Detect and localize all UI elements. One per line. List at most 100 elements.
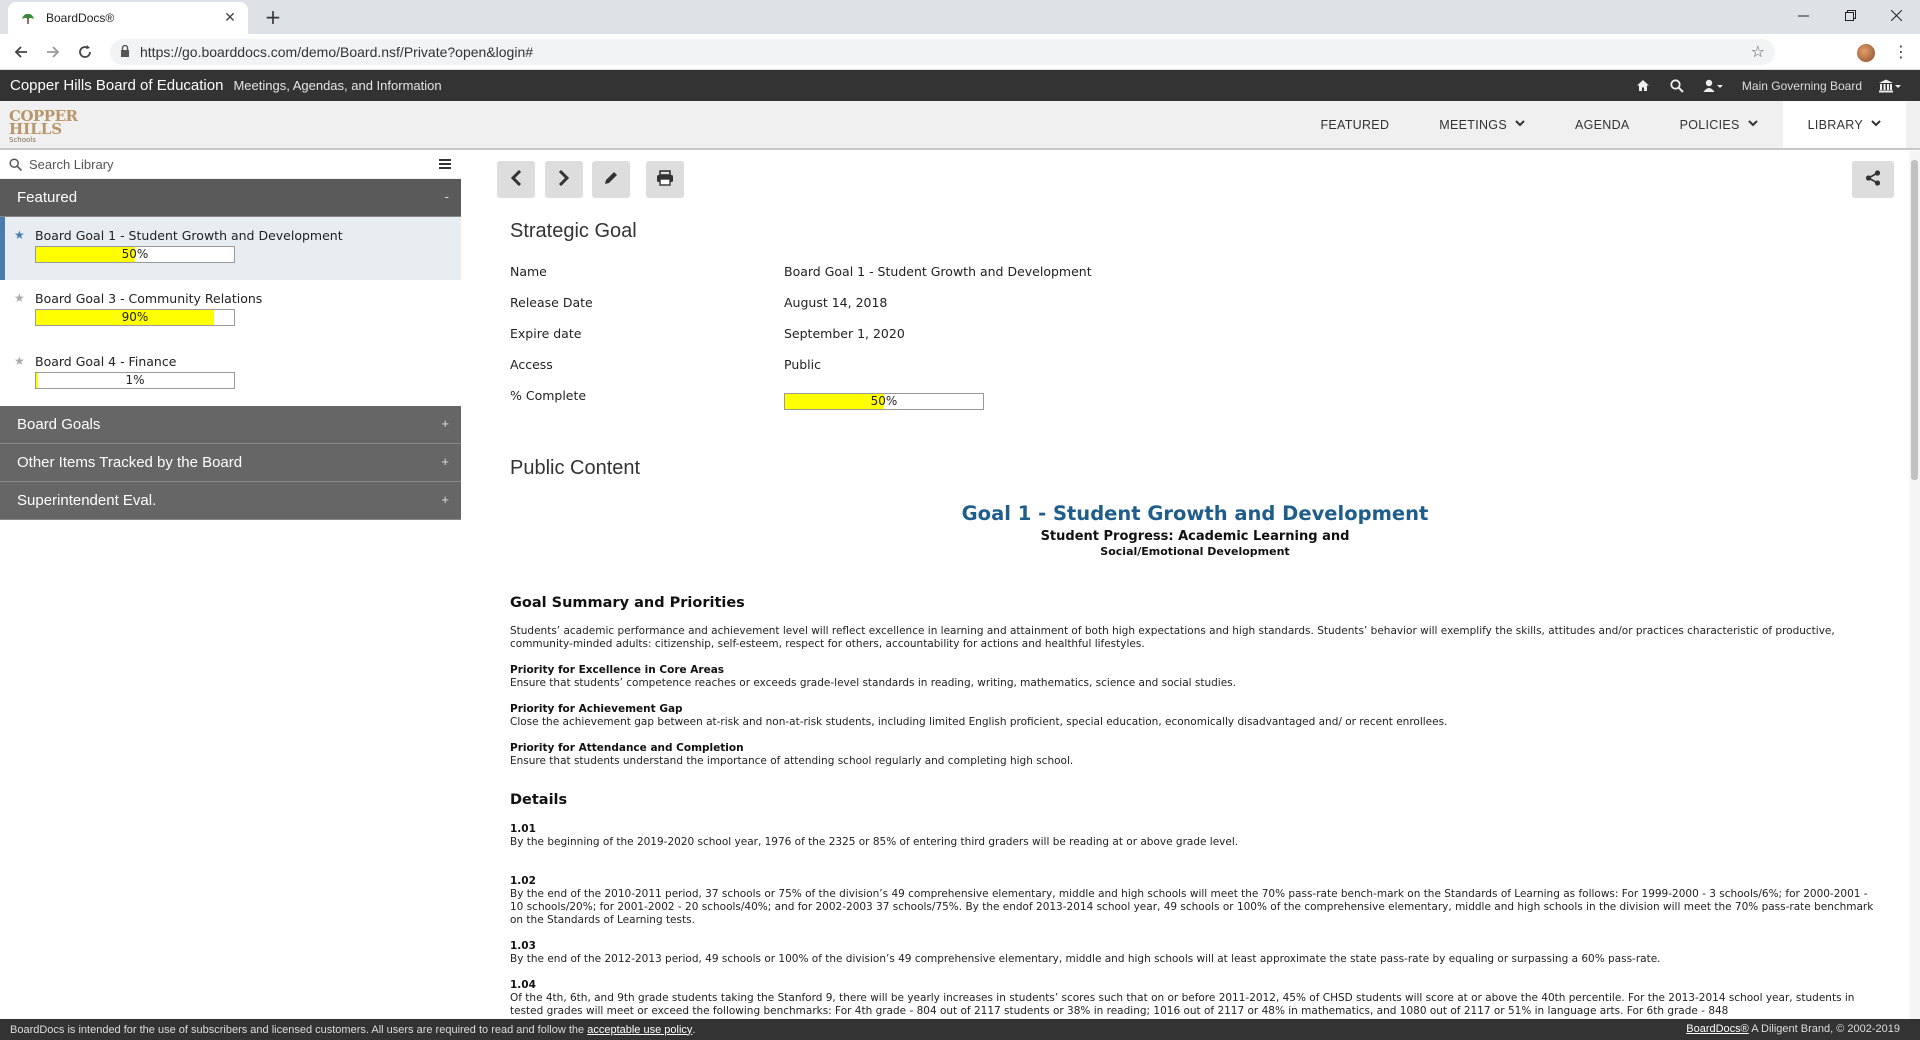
star-icon[interactable]: ★ (14, 291, 25, 305)
share-button[interactable] (1852, 161, 1894, 198)
featured-goal-item[interactable]: ★ Board Goal 4 - Finance 1% (0, 343, 461, 406)
scrollbar-thumb[interactable] (1911, 160, 1918, 480)
featured-goal-item[interactable]: ★ Board Goal 1 - Student Growth and Deve… (0, 217, 461, 280)
url-text: https://go.boarddocs.com/demo/Board.nsf/… (140, 44, 534, 60)
detail-value: Board Goal 1 - Student Growth and Develo… (784, 264, 1092, 279)
board-building-icon[interactable] (1878, 77, 1902, 95)
goal-progress-label: 90% (121, 310, 149, 324)
boarddocs-link[interactable]: BoardDocs® (1686, 1023, 1749, 1035)
back-arrow-icon[interactable] (9, 40, 33, 64)
forward-arrow-icon[interactable] (41, 40, 65, 64)
nav-policies[interactable]: POLICIES (1655, 101, 1783, 148)
priority-text: Ensure that students understand the impo… (510, 755, 1074, 767)
priority-block: Priority for Attendance and Completion E… (510, 742, 1880, 768)
organization-name[interactable]: Copper Hills Board of Education (10, 77, 223, 94)
goal-name: Board Goal 1 - Student Growth and Develo… (35, 228, 343, 243)
pencil-icon (603, 170, 619, 189)
detail-value: Public (784, 357, 821, 372)
restore-window-icon[interactable] (1827, 0, 1873, 30)
nav-meetings[interactable]: MEETINGS (1414, 101, 1550, 148)
goal-progress-label: 50% (121, 247, 149, 261)
featured-section-header[interactable]: Featured - (0, 179, 461, 217)
nav-agenda[interactable]: AGENDA (1550, 101, 1655, 148)
search-icon[interactable] (1668, 77, 1686, 95)
close-window-icon[interactable] (1873, 0, 1919, 30)
detail-item: 1.01 By the beginning of the 2019-2020 s… (510, 823, 1880, 849)
chevron-right-icon (558, 169, 570, 189)
goal-summary-heading: Goal Summary and Priorities (510, 595, 745, 611)
star-icon[interactable]: ★ (14, 354, 25, 368)
nav-library[interactable]: LIBRARY (1782, 101, 1906, 148)
browser-tab[interactable]: BoardDocs® ✕ (8, 2, 248, 34)
featured-section-label: Featured (17, 189, 78, 206)
priority-text: Ensure that students’ competence reaches… (510, 677, 1236, 689)
previous-button[interactable] (497, 161, 535, 198)
home-icon[interactable] (1634, 77, 1652, 95)
print-button[interactable] (646, 161, 684, 198)
chevron-down-icon (1747, 119, 1758, 130)
detail-text: Of the 4th, 6th, and 9th grade students … (510, 992, 1855, 1017)
detail-key: Expire date (510, 326, 582, 341)
priority-title: Priority for Attendance and Completion (510, 742, 744, 754)
new-tab-button[interactable]: + (262, 6, 284, 28)
reload-icon[interactable] (73, 40, 97, 64)
document-subtitle-1: Student Progress: Academic Learning and (1040, 529, 1350, 544)
goal-progress-bar: 90% (35, 309, 235, 326)
boarddocs-favicon-icon (20, 10, 36, 26)
nav-policies-label: POLICIES (1679, 117, 1740, 132)
collapse-icon: - (444, 189, 449, 204)
acceptable-use-link[interactable]: acceptable use policy (587, 1024, 692, 1036)
browser-tab-bar: BoardDocs® ✕ + (0, 0, 1920, 34)
detail-text: By the end of the 2012-2013 period, 49 s… (510, 953, 1661, 965)
detail-value: August 14, 2018 (784, 295, 888, 310)
copper-hills-logo[interactable]: COPPER HILLS Schools (9, 109, 84, 145)
detail-item: 1.02 By the end of the 2010-2011 period,… (510, 875, 1880, 927)
goal-name: Board Goal 4 - Finance (35, 354, 177, 369)
detail-number: 1.02 (510, 875, 536, 887)
nav-meetings-label: MEETINGS (1439, 117, 1507, 132)
goal-summary-text: Students’ academic performance and achie… (510, 625, 1835, 650)
chevron-down-icon (1515, 119, 1525, 130)
user-menu-icon[interactable] (1702, 77, 1726, 95)
section-superintendent-eval[interactable]: Superintendent Eval. + (0, 482, 461, 520)
edit-button[interactable] (592, 161, 630, 198)
featured-goal-item[interactable]: ★ Board Goal 3 - Community Relations 90% (0, 280, 461, 343)
goal-name: Board Goal 3 - Community Relations (35, 291, 263, 306)
section-board-goals[interactable]: Board Goals + (0, 406, 461, 444)
board-selector-label[interactable]: Main Governing Board (1742, 79, 1862, 93)
next-button[interactable] (545, 161, 583, 198)
detail-item: 1.04 Of the 4th, 6th, and 9th grade stud… (510, 979, 1880, 1019)
strategic-goal-heading: Strategic Goal (510, 220, 637, 242)
profile-avatar[interactable] (1857, 44, 1875, 62)
app-header: Copper Hills Board of Education Meetings… (0, 70, 1920, 101)
hamburger-menu-icon[interactable] (439, 157, 451, 173)
browser-menu-icon[interactable]: ⋮ (1893, 42, 1909, 61)
detail-key: Name (510, 264, 547, 279)
document-subtitle-2: Social/Emotional Development (1100, 545, 1290, 558)
document-title: Goal 1 - Student Growth and Development (961, 502, 1429, 525)
nav-featured[interactable]: FEATURED (1295, 101, 1414, 148)
detail-item: 1.03 By the end of the 2012-2013 period,… (510, 940, 1880, 966)
printer-icon (656, 170, 674, 189)
expand-icon: + (441, 454, 449, 469)
url-field[interactable]: https://go.boarddocs.com/demo/Board.nsf/… (110, 39, 1775, 65)
footer-brand: BoardDocs® A Diligent Brand, © 2002-2019 (1686, 1023, 1900, 1035)
footer-notice: BoardDocs is intended for the use of sub… (10, 1023, 585, 1036)
strategic-goal-panel: Strategic Goal Name Board Goal 1 - Stude… (510, 220, 1880, 479)
nav-featured-label: FEATURED (1320, 117, 1390, 132)
star-icon[interactable]: ★ (14, 228, 25, 242)
minimize-window-icon[interactable] (1780, 0, 1826, 30)
detail-row-access: Access Public (510, 357, 1210, 377)
section-label: Superintendent Eval. (17, 492, 157, 509)
goal-progress-bar: 1% (35, 372, 235, 389)
tab-close-icon[interactable]: ✕ (222, 10, 238, 26)
footer-brand-text: A Diligent Brand, © 2002-2019 (1748, 1023, 1900, 1035)
chevron-left-icon (510, 169, 522, 189)
detail-number: 1.04 (510, 979, 536, 991)
search-library-input[interactable] (29, 157, 409, 172)
section-other-items[interactable]: Other Items Tracked by the Board + (0, 444, 461, 482)
goal-progress-label: 1% (125, 373, 145, 387)
bookmark-star-icon[interactable]: ☆ (1751, 42, 1765, 61)
priority-title: Priority for Excellence in Core Areas (510, 664, 725, 676)
detail-text: By the beginning of the 2019-2020 school… (510, 836, 1239, 848)
